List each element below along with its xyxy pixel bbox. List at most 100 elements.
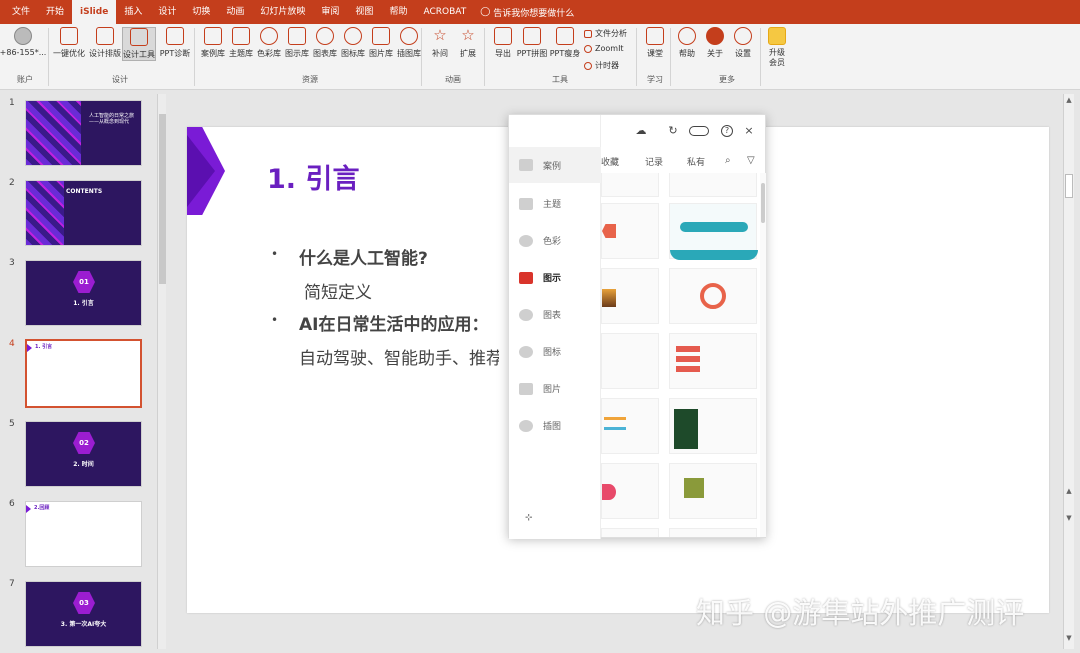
tell-me-search[interactable]: ◯ 告诉我你想要做什么 [480, 6, 574, 19]
islide-resource-panel: 案例 主题 色彩 图示 图表 图标 图片 插图 ⊹ ☁ ↻ ? × 收藏 记录 … [508, 114, 766, 539]
star-extend-icon: ☆ [461, 26, 475, 44]
diagram-card[interactable] [601, 203, 659, 259]
tab-favorites[interactable]: 收藏 [601, 155, 619, 168]
ppt-puzzle-button[interactable]: PPT拼图 [515, 27, 549, 59]
tab-design[interactable]: 设计 [150, 0, 184, 24]
slide-thumbnail-7[interactable]: 03 3. 第一次AI夸大 [25, 581, 142, 647]
sub-short-definition[interactable]: 简短定义 [304, 278, 372, 303]
thumb-title: 1. 引言 [35, 344, 53, 350]
diagram-card[interactable] [669, 463, 757, 519]
ppt-slim-button[interactable]: PPT瘦身 [548, 27, 582, 59]
upgrade-member-button[interactable]: 升级会员 [760, 27, 794, 68]
diagram-card[interactable] [601, 463, 659, 519]
diagram-card[interactable] [601, 398, 659, 454]
slide-thumbnail-6[interactable]: 2.回顾 [25, 501, 142, 567]
tab-private[interactable]: 私有 [687, 155, 705, 168]
diagram-card[interactable] [669, 333, 757, 389]
toggle-icon[interactable] [689, 126, 709, 136]
group-animation-label: 动画 [445, 75, 461, 84]
scroll-up-small-icon[interactable]: ▲ [1064, 487, 1074, 495]
tab-help[interactable]: 帮助 [381, 0, 415, 24]
one-click-optimize-button[interactable]: 一键优化 [52, 27, 86, 59]
scrollbar-thumb[interactable] [761, 183, 765, 223]
tab-file[interactable]: 文件 [4, 0, 38, 24]
close-icon[interactable]: × [743, 125, 755, 137]
thumb-hexagon: 01 [73, 271, 95, 293]
bullet-ai-applications[interactable]: AI在日常生活中的应用： [299, 310, 488, 335]
tab-acrobat[interactable]: ACROBAT [415, 0, 474, 24]
classroom-button[interactable]: 课堂 [638, 27, 672, 59]
slide-thumbnail-5[interactable]: 02 2. 时间 [25, 421, 142, 487]
ppt-diagnose-label: PPT诊断 [159, 49, 191, 58]
timer-button[interactable]: 计时器 [584, 60, 619, 71]
panel-item-images[interactable]: 图片 [519, 382, 561, 395]
tab-history[interactable]: 记录 [645, 155, 663, 168]
zoomit-button[interactable]: ZoomIt [584, 44, 624, 53]
scroll-down-small-icon[interactable]: ▼ [1064, 514, 1074, 522]
slide-thumbnail-pane: 1 人工智能的日常之旅——从概念到现代 2 CONTENTS 3 01 1. 引… [0, 90, 168, 653]
slide-thumbnail-2[interactable]: CONTENTS [25, 180, 142, 246]
diagram-card[interactable] [669, 398, 757, 454]
scrollbar-thumb[interactable] [1065, 174, 1073, 198]
tab-home[interactable]: 开始 [38, 0, 72, 24]
refresh-icon[interactable]: ↻ [667, 125, 679, 137]
tab-transitions[interactable]: 切换 [184, 0, 218, 24]
thumb-hexagon: 02 [73, 432, 95, 454]
diagram-card[interactable] [669, 268, 757, 324]
slide-number: 6 [9, 499, 15, 509]
diagram-card-grid [601, 173, 759, 537]
slide-thumbnail-1[interactable]: 人工智能的日常之旅——从概念到现代 [25, 100, 142, 166]
panel-item-cases[interactable]: 案例 [509, 147, 601, 183]
scroll-up-icon[interactable]: ▲ [1064, 96, 1074, 104]
extend-button[interactable]: ☆ 扩展 [451, 27, 485, 59]
tab-insert[interactable]: 插入 [116, 0, 150, 24]
panel-scrollbar[interactable] [760, 173, 766, 537]
slide-title[interactable]: 1. 引言 [267, 157, 359, 196]
scrollbar-thumb[interactable] [159, 114, 166, 284]
panel-item-label: 案例 [543, 161, 562, 172]
editor-scrollbar[interactable]: ▲ ▲ ▼ ▼ [1063, 94, 1074, 649]
file-analysis-button[interactable]: 文件分析 [584, 28, 627, 39]
panel-item-diagrams[interactable]: 图示 [519, 271, 561, 284]
bullet-dot: • [271, 247, 279, 261]
analysis-icon [584, 29, 592, 38]
help-label: 帮助 [679, 49, 695, 58]
color-library-label: 色彩库 [257, 49, 281, 58]
diagram-card[interactable] [601, 268, 659, 324]
thumbnail-scrollbar[interactable] [157, 94, 166, 649]
account-button[interactable]: +86-155*... [0, 27, 46, 57]
diagram-card[interactable] [601, 333, 659, 389]
diagram-card[interactable] [669, 528, 757, 537]
group-learn-label: 学习 [647, 75, 663, 84]
slide-thumbnail-4[interactable]: 1. 引言 [25, 339, 142, 408]
panel-item-themes[interactable]: 主题 [519, 197, 561, 210]
sub-applications-list[interactable]: 自动驾驶、智能助手、推荐 [299, 344, 499, 369]
cloud-upload-icon[interactable]: ☁ [635, 125, 647, 137]
panel-item-colors[interactable]: 色彩 [519, 234, 561, 247]
diagram-card[interactable] [601, 528, 659, 537]
slide-number: 3 [9, 258, 15, 268]
bullet-what-is-ai[interactable]: 什么是人工智能? [299, 244, 428, 269]
panel-item-illustrations[interactable]: 插图 [519, 419, 561, 432]
design-tools-button[interactable]: 设计工具 [122, 27, 156, 61]
panel-item-charts[interactable]: 图表 [519, 308, 561, 321]
ppt-diagnose-button[interactable]: PPT诊断 [158, 27, 192, 59]
help-icon[interactable]: ? [721, 125, 733, 137]
search-icon[interactable]: ⌕ [725, 155, 731, 166]
settings-button[interactable]: 设置 [726, 27, 760, 59]
design-layout-button[interactable]: 设计排版 [88, 27, 122, 59]
scroll-down-icon[interactable]: ▼ [1064, 634, 1074, 642]
diagram-card[interactable] [669, 173, 757, 197]
tab-slideshow[interactable]: 幻灯片放映 [252, 0, 313, 24]
tab-islide[interactable]: iSlide [72, 0, 117, 24]
panel-item-icons[interactable]: 图标 [519, 345, 561, 358]
diagram-card[interactable] [601, 173, 659, 197]
tab-animations[interactable]: 动画 [218, 0, 252, 24]
tab-review[interactable]: 审阅 [313, 0, 347, 24]
mouse-cursor-icon: ⊹ [525, 513, 533, 523]
slide-thumbnail-3[interactable]: 01 1. 引言 [25, 260, 142, 326]
slide-number: 7 [9, 579, 15, 589]
tab-view[interactable]: 视图 [347, 0, 381, 24]
diagram-card[interactable] [669, 203, 758, 260]
filter-icon[interactable]: ▽ [747, 155, 755, 166]
